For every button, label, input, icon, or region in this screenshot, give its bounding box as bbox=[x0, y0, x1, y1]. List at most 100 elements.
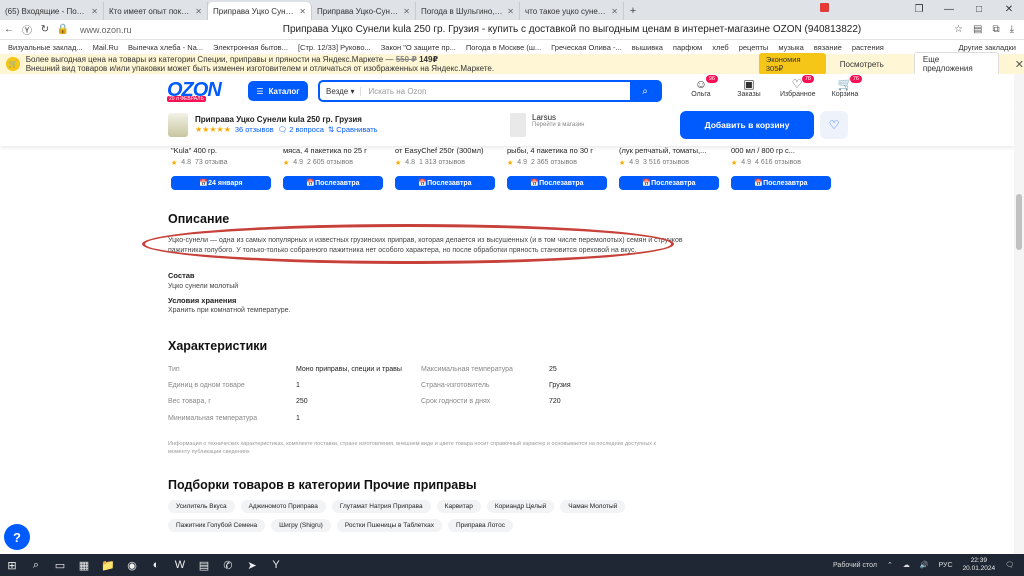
cloud-icon[interactable]: ☁ bbox=[903, 561, 910, 569]
bookmark-item[interactable]: [Стр. 12/33] Руково... bbox=[298, 43, 371, 52]
bookmark-item[interactable]: Визуальные заклад... bbox=[8, 43, 83, 52]
search-icon[interactable]: ⌕ bbox=[630, 82, 660, 100]
close-icon[interactable]: ✕ bbox=[507, 7, 514, 16]
delivery-button[interactable]: 📅 Послезавтра bbox=[507, 176, 607, 190]
task-view-icon[interactable]: ▭ bbox=[48, 559, 72, 572]
notifications-icon[interactable]: 🗨 bbox=[1005, 561, 1014, 569]
close-icon[interactable]: ✕ bbox=[195, 7, 202, 16]
extensions-icon[interactable]: ⧉ bbox=[992, 24, 999, 35]
new-tab-button[interactable]: + bbox=[624, 5, 642, 20]
search-scope-select[interactable]: Везде ▾ bbox=[320, 86, 362, 96]
collection-chip[interactable]: Глутамат Натрия Приправа bbox=[331, 500, 431, 513]
scrollbar-thumb[interactable] bbox=[1016, 194, 1022, 250]
back-arrow-icon[interactable]: ← bbox=[0, 24, 18, 35]
favorites-link[interactable]: ♡ Избранное 78 bbox=[780, 75, 815, 98]
delivery-button[interactable]: 📅 Послезавтра bbox=[395, 176, 495, 190]
tab-weather[interactable]: Погода в Шульгино, Рязан✕ bbox=[416, 2, 829, 20]
reload-icon[interactable]: ↻ bbox=[36, 24, 54, 35]
file-explorer-icon[interactable]: 📁 bbox=[96, 559, 120, 572]
collection-chip[interactable]: Усилитель Вкуса bbox=[168, 500, 235, 513]
windows-start-icon[interactable]: ⊞ bbox=[0, 559, 24, 572]
collection-chip[interactable]: Кориандр Целый bbox=[486, 500, 555, 513]
chevron-up-icon[interactable]: ⌃ bbox=[887, 561, 893, 569]
tab-search[interactable]: что такое уцко сунели —✕ bbox=[520, 2, 829, 20]
chrome-icon[interactable]: ◉ bbox=[120, 559, 144, 572]
language-indicator[interactable]: РУС bbox=[939, 562, 953, 569]
bookmark-item[interactable]: хлеб bbox=[712, 43, 729, 52]
volume-icon[interactable]: 🔊 bbox=[920, 561, 929, 569]
profile-link[interactable]: ☺ Ольга 96 bbox=[684, 75, 718, 98]
orders-link[interactable]: ▣ Заказы bbox=[732, 77, 766, 98]
favorite-heart-icon[interactable]: ♡ bbox=[820, 111, 848, 139]
yandex-browser-icon[interactable]: Y bbox=[264, 559, 288, 571]
compare-link[interactable]: ⇅ Сравнивать bbox=[328, 125, 378, 134]
bookmark-icon[interactable]: ☆ bbox=[954, 24, 963, 35]
more-offers-button[interactable]: Еще предложения bbox=[913, 52, 999, 76]
cart-link[interactable]: 🛒 Корзина 76 bbox=[828, 75, 862, 98]
collection-chip[interactable]: Карвитар bbox=[436, 500, 481, 513]
edge-icon[interactable]: ◐ bbox=[144, 559, 168, 571]
add-to-cart-button[interactable]: Добавить в корзину bbox=[680, 111, 814, 139]
download-icon[interactable]: ⤓ bbox=[1010, 24, 1014, 35]
close-icon[interactable]: ✕ bbox=[1015, 58, 1024, 71]
widgets-icon[interactable]: ▦ bbox=[72, 559, 96, 572]
rec-card[interactable]: (лук репчатый, томаты,... ★ 4.9 3 516 отзыв… bbox=[619, 146, 725, 190]
collection-chip[interactable]: Аджиномото Приправа bbox=[240, 500, 326, 513]
search-input[interactable]: Искать на Ozon bbox=[361, 87, 630, 96]
bookmark-item[interactable]: Mail.Ru bbox=[93, 43, 118, 52]
tab-ozon-active[interactable]: Приправа Уцко Сунели k✕ bbox=[208, 2, 829, 20]
delivery-button[interactable]: 📅 Послезавтра bbox=[283, 176, 383, 190]
reviews-link[interactable]: 36 отзывов bbox=[235, 125, 274, 134]
delivery-button[interactable]: 📅 Послезавтра bbox=[619, 176, 719, 190]
promo-look-link[interactable]: Посмотреть bbox=[840, 60, 884, 69]
close-icon[interactable]: ✕ bbox=[611, 7, 618, 16]
other-bookmarks[interactable]: Другие закладки bbox=[959, 43, 1016, 52]
clock[interactable]: 22:39 20.01.2024 bbox=[963, 557, 996, 573]
seller-link[interactable]: Перейти в магазин bbox=[532, 122, 585, 128]
close-icon[interactable]: ✕ bbox=[299, 7, 306, 16]
close-icon[interactable]: ✕ bbox=[91, 7, 98, 16]
whatsapp-icon[interactable]: ✆ bbox=[216, 559, 240, 572]
rec-card[interactable]: от EasyChef 250г (300мл) ★ 4.8 1 313 отзыво… bbox=[395, 146, 501, 190]
collection-chip[interactable]: Чаман Молотый bbox=[560, 500, 626, 513]
telegram-icon[interactable]: ➤ bbox=[240, 559, 264, 572]
store-icon[interactable]: ▤ bbox=[192, 559, 216, 572]
collection-chip[interactable]: Шигру (Shigru) bbox=[271, 519, 331, 532]
tab-question[interactable]: Кто имеет опыт покупки т✕ bbox=[104, 2, 829, 20]
rec-card[interactable]: "Kula" 400 гр. ★ 4.8 73 отзыва 📅 24 января bbox=[171, 146, 277, 190]
seller-card[interactable]: Larsus Перейти в магазин bbox=[510, 113, 585, 137]
collection-chip[interactable]: Ростки Пшеницы в Таблетках bbox=[336, 519, 442, 532]
product-thumbnail[interactable] bbox=[168, 113, 188, 137]
collection-chip[interactable]: Приправа Лотос bbox=[447, 519, 513, 532]
bookmark-item[interactable]: рецепты bbox=[739, 43, 769, 52]
word-icon[interactable]: W bbox=[168, 559, 192, 571]
questions-link[interactable]: 🗨 2 вопроса bbox=[278, 125, 324, 134]
tab-mail[interactable]: (65) Входящие - Почта Mail✕ bbox=[0, 2, 829, 20]
bookmark-item[interactable]: парфюм bbox=[673, 43, 702, 52]
ozon-logo[interactable]: OZON 20 л ФЕВРАЛЬ bbox=[167, 79, 239, 103]
help-chat-icon[interactable]: ? bbox=[4, 524, 30, 550]
bookmark-item[interactable]: Электронная бытов... bbox=[213, 43, 288, 52]
bookmark-item[interactable]: Выпечка хлеба - Na... bbox=[128, 43, 203, 52]
yandex-icon[interactable]: Ⓨ bbox=[18, 22, 36, 37]
search-icon[interactable]: ⌕ bbox=[24, 559, 48, 572]
desktop-label[interactable]: Рабочий стол bbox=[833, 562, 877, 569]
bookmark-item[interactable]: музыка bbox=[778, 43, 803, 52]
rec-card[interactable]: 000 мл / 800 гр с... ★ 4.9 4 616 отзывов 📅 П… bbox=[731, 146, 837, 190]
close-icon[interactable]: ✕ bbox=[403, 7, 410, 16]
page-scrollbar[interactable] bbox=[1014, 74, 1024, 554]
delivery-button[interactable]: 📅 Послезавтра bbox=[731, 176, 831, 190]
bookmark-item[interactable]: вышивка bbox=[632, 43, 663, 52]
rec-card[interactable]: рыбы, 4 пакетика по 30 г ★ 4.9 2 365 отзыво… bbox=[507, 146, 613, 190]
reader-icon[interactable]: ▤ bbox=[973, 24, 982, 35]
minimize-button[interactable]: — bbox=[934, 0, 964, 20]
collection-chip[interactable]: Пажитник Голубой Семена bbox=[168, 519, 266, 532]
tab-spice[interactable]: Приправа Уцко-Сунели "Ж✕ bbox=[312, 2, 829, 20]
close-window-button[interactable]: ✕ bbox=[994, 0, 1024, 20]
catalog-button[interactable]: ☰ Каталог bbox=[248, 81, 308, 101]
url-field[interactable]: www.ozon.ru bbox=[80, 25, 190, 35]
bookmark-item[interactable]: растения bbox=[852, 43, 884, 52]
delivery-button[interactable]: 📅 24 января bbox=[171, 176, 271, 190]
bookmark-item[interactable]: вязание bbox=[814, 43, 842, 52]
bookmark-item[interactable]: Закон "О защите пр... bbox=[381, 43, 456, 52]
